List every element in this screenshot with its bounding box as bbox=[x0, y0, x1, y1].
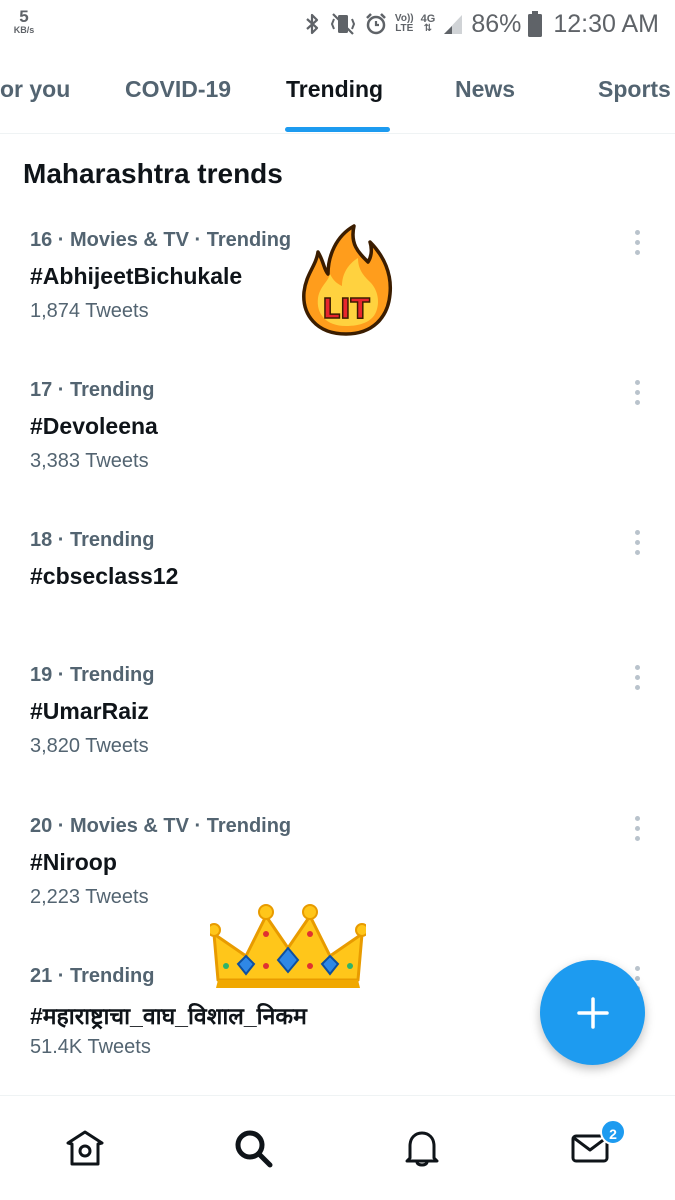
more-options-icon[interactable] bbox=[626, 225, 648, 259]
trend-meta: 21 · Trending bbox=[30, 965, 155, 987]
trend-meta: 16 · Movies & TV · Trending bbox=[30, 229, 292, 251]
trend-meta: 17 · Trending bbox=[30, 379, 155, 401]
active-tab-indicator bbox=[285, 127, 390, 132]
nav-search[interactable] bbox=[231, 1126, 275, 1170]
trend-tweet-count: 1,874 Tweets bbox=[30, 300, 149, 322]
crown-sticker bbox=[210, 904, 366, 988]
vibrate-icon bbox=[329, 12, 357, 36]
compose-tweet-button[interactable] bbox=[540, 960, 645, 1065]
search-icon bbox=[235, 1130, 273, 1168]
trend-meta: 20 · Movies & TV · Trending bbox=[30, 815, 292, 837]
network-speed-value: 5 bbox=[19, 7, 29, 26]
trend-item[interactable]: 18 · Trending #cbseclass12 bbox=[0, 529, 675, 659]
tab-for-you[interactable]: or you bbox=[0, 76, 70, 103]
trend-hashtag[interactable]: #Niroop bbox=[30, 849, 117, 876]
trend-tweet-count: 51.4K Tweets bbox=[30, 1036, 151, 1058]
trend-hashtag[interactable]: #AbhijeetBichukale bbox=[30, 263, 242, 290]
trend-hashtag[interactable]: #UmarRaiz bbox=[30, 698, 149, 725]
network-4g-icon: 4G ⇅ bbox=[420, 13, 436, 34]
volte-bottom-label: LTE bbox=[395, 23, 414, 34]
trend-item[interactable]: 17 · Trending #Devoleena 3,383 Tweets bbox=[0, 379, 675, 509]
explore-tabs: or you COVID-19 Trending News Sports bbox=[0, 56, 675, 134]
nav-home[interactable] bbox=[63, 1126, 107, 1170]
lit-fire-sticker: LIT bbox=[302, 224, 393, 336]
trend-item[interactable]: 19 · Trending #UmarRaiz 3,820 Tweets bbox=[0, 664, 675, 794]
clock: 12:30 AM bbox=[553, 9, 659, 38]
signal-icon bbox=[442, 12, 464, 36]
network-speed-unit: KB/s bbox=[13, 25, 35, 35]
tab-trending[interactable]: Trending bbox=[286, 76, 383, 103]
battery-icon bbox=[528, 11, 543, 37]
section-title: Maharashtra trends bbox=[23, 158, 283, 189]
network-speed: 5 KB/s bbox=[10, 8, 38, 35]
tab-news[interactable]: News bbox=[455, 76, 515, 103]
trend-tweet-count: 2,223 Tweets bbox=[30, 886, 149, 908]
lit-sticker-text: LIT bbox=[322, 292, 369, 325]
status-icons: Vo)) LTE 4G ⇅ 86% 12:30 AM bbox=[302, 8, 659, 40]
alarm-icon bbox=[364, 12, 388, 36]
notifications-icon bbox=[405, 1131, 439, 1167]
tab-sports[interactable]: Sports bbox=[598, 76, 671, 103]
trend-hashtag[interactable]: #cbseclass12 bbox=[30, 563, 178, 590]
trend-hashtag[interactable]: #Devoleena bbox=[30, 413, 158, 440]
more-options-icon[interactable] bbox=[626, 811, 648, 845]
status-bar: 5 KB/s Vo)) LTE 4G ⇅ 86% 12:30 AM bbox=[0, 0, 675, 48]
bottom-navigation: 2 bbox=[0, 1095, 675, 1200]
more-options-icon[interactable] bbox=[626, 375, 648, 409]
plus-icon bbox=[576, 996, 609, 1029]
more-options-icon[interactable] bbox=[626, 525, 648, 559]
home-icon bbox=[66, 1130, 104, 1166]
trend-meta: 18 · Trending bbox=[30, 529, 155, 551]
bluetooth-icon bbox=[302, 12, 322, 36]
tab-covid-19[interactable]: COVID-19 bbox=[125, 76, 231, 103]
battery-percent: 86% bbox=[471, 9, 522, 38]
trend-tweet-count: 3,383 Tweets bbox=[30, 450, 149, 472]
trend-meta: 19 · Trending bbox=[30, 664, 155, 686]
trend-tweet-count: 3,820 Tweets bbox=[30, 735, 149, 757]
more-options-icon[interactable] bbox=[626, 660, 648, 694]
messages-unread-badge: 2 bbox=[600, 1119, 626, 1145]
trend-hashtag[interactable]: #महाराष्ट्राचा_वाघ_विशाल_निकम bbox=[30, 999, 307, 1031]
nav-notifications[interactable] bbox=[400, 1126, 444, 1170]
volte-icon: Vo)) LTE bbox=[395, 14, 414, 34]
